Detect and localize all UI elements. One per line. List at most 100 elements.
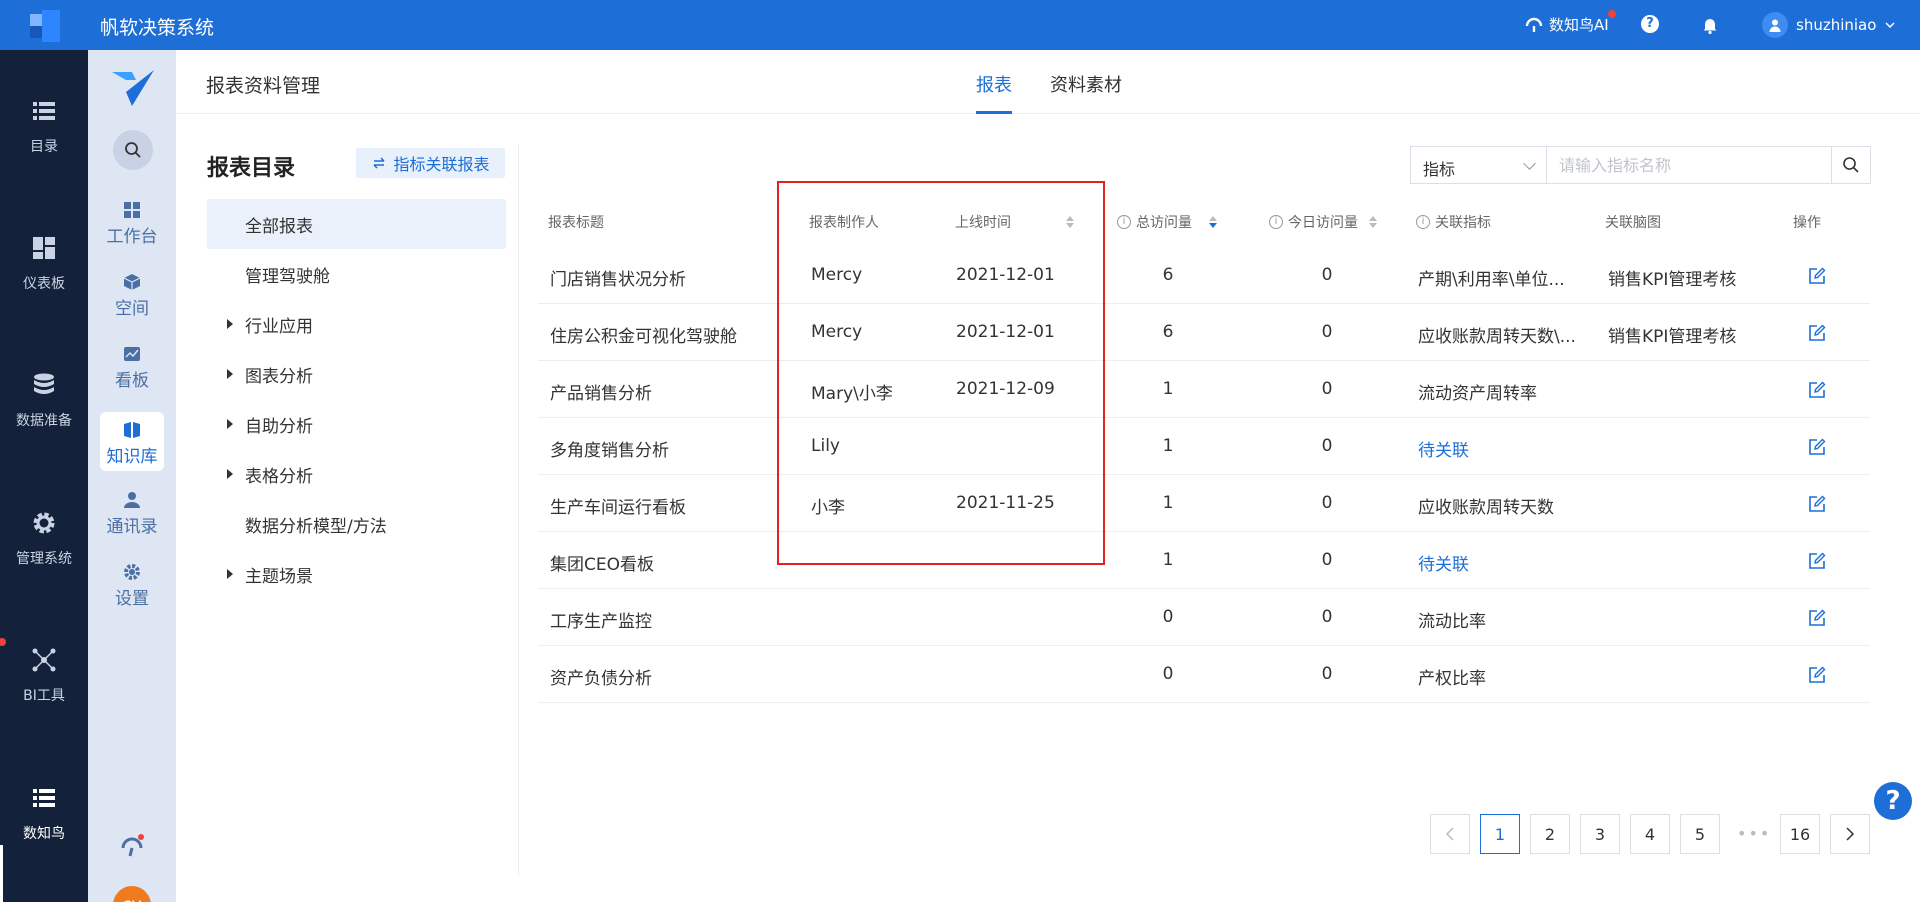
column-header-online-time[interactable]: 上线时间	[955, 212, 1074, 232]
table-row[interactable]: 多角度销售分析 Lily 1 0 待关联	[538, 418, 1870, 475]
user-avatar[interactable]: cy	[113, 886, 151, 902]
edit-icon[interactable]	[1807, 665, 1827, 685]
column-header-title: 报表标题	[548, 215, 604, 231]
sort-icon[interactable]	[1369, 216, 1377, 228]
contacts-icon	[124, 492, 140, 508]
cell-today-visits: 0	[1321, 607, 1333, 627]
tree-item-cockpit[interactable]: 管理驾驶舱	[207, 249, 506, 299]
cell-date: 2021-12-01	[956, 265, 1055, 285]
cell-today-visits: 0	[1321, 664, 1333, 684]
rail-item-data-prep[interactable]: 数据准备	[0, 372, 88, 430]
help-fab-button[interactable]: ?	[1874, 782, 1912, 820]
caret-right-icon[interactable]	[227, 369, 233, 379]
tree-item-industry[interactable]: 行业应用	[207, 299, 506, 349]
tab-materials[interactable]: 资料素材	[1050, 71, 1122, 97]
page-button-4[interactable]: 4	[1630, 814, 1670, 854]
page-button-1[interactable]: 1	[1480, 814, 1520, 854]
column-header-today-visits[interactable]: i 今日访问量	[1269, 212, 1377, 232]
sort-icon[interactable]	[1209, 216, 1217, 228]
cell-title[interactable]: 多角度销售分析	[550, 436, 669, 461]
table-row[interactable]: 住房公积金可视化驾驶舱 Mercy 2021-12-01 6 0 应收账款周转天…	[538, 304, 1870, 361]
tree-item-self-service[interactable]: 自助分析	[207, 399, 506, 449]
sort-icon[interactable]	[1066, 216, 1074, 228]
table-row[interactable]: 产品销售分析 Mary\小李 2021-12-09 1 0 流动资产周转率	[538, 361, 1870, 418]
table-row[interactable]: 资产负债分析 0 0 产权比率	[538, 646, 1870, 703]
bell-icon[interactable]	[1700, 15, 1720, 35]
page-button-2[interactable]: 2	[1530, 814, 1570, 854]
edit-icon[interactable]	[1807, 437, 1827, 457]
tree-item-theme-scenes[interactable]: 主题场景	[207, 549, 506, 599]
nav-item-board[interactable]: 看板	[100, 344, 164, 391]
caret-right-icon[interactable]	[227, 419, 233, 429]
rail-item-shuzhiniao[interactable]: 数知鸟	[0, 785, 88, 843]
prev-page-button[interactable]	[1430, 814, 1470, 854]
rail-item-bi-tools[interactable]: BI工具	[0, 647, 88, 705]
cell-title[interactable]: 门店销售状况分析	[550, 265, 686, 290]
pagination-ellipsis[interactable]: •••	[1737, 824, 1771, 843]
info-icon[interactable]: i	[1269, 215, 1283, 229]
page-button-last[interactable]: 16	[1780, 814, 1820, 854]
chevron-left-icon	[1445, 827, 1454, 841]
info-icon[interactable]: i	[1117, 215, 1131, 229]
tree-item-all-reports[interactable]: 全部报表	[207, 199, 506, 249]
cell-today-visits: 0	[1321, 550, 1333, 570]
cell-related-metric: 应收账款周转天数	[1418, 498, 1554, 518]
tree-item-models[interactable]: 数据分析模型/方法	[207, 499, 506, 549]
tree-item-label: 管理驾驶舱	[245, 266, 330, 287]
nav-item-label: 看板	[115, 371, 149, 391]
caret-right-icon[interactable]	[227, 569, 233, 579]
link-pending-association[interactable]: 待关联	[1418, 550, 1469, 575]
metric-search-input[interactable]	[1546, 146, 1832, 184]
table-row[interactable]: 工序生产监控 0 0 流动比率	[538, 589, 1870, 646]
cell-today-visits: 0	[1321, 379, 1333, 399]
table-row[interactable]: 集团CEO看板 1 0 待关联	[538, 532, 1870, 589]
column-header-action: 操作	[1793, 215, 1821, 231]
nav-item-contacts[interactable]: 通讯录	[100, 490, 164, 537]
tree-item-label: 自助分析	[245, 416, 313, 437]
edit-icon[interactable]	[1807, 380, 1827, 400]
cell-title[interactable]: 集团CEO看板	[550, 550, 654, 575]
ai-assistant-button[interactable]: 数知鸟AI	[1525, 14, 1609, 35]
cell-title[interactable]: 资产负债分析	[550, 664, 652, 689]
rail-item-catalog[interactable]: 目录	[0, 98, 88, 156]
cell-title[interactable]: 住房公积金可视化驾驶舱	[550, 322, 737, 347]
cell-total-visits: 0	[1162, 607, 1174, 627]
edit-icon[interactable]	[1807, 494, 1827, 514]
edit-icon[interactable]	[1807, 608, 1827, 628]
rail-item-dashboard[interactable]: 仪表板	[0, 235, 88, 293]
search-button[interactable]	[1831, 146, 1871, 184]
edit-icon[interactable]	[1807, 551, 1827, 571]
rail-label: 数据准备	[16, 413, 72, 429]
next-page-button[interactable]	[1830, 814, 1870, 854]
help-icon[interactable]: ?	[1641, 15, 1659, 33]
rail-item-management[interactable]: 管理系统	[0, 510, 88, 568]
caret-right-icon[interactable]	[227, 469, 233, 479]
user-menu[interactable]: shuzhiniao	[1762, 12, 1896, 38]
column-header-total-visits[interactable]: i 总访问量	[1117, 212, 1217, 232]
link-pending-association[interactable]: 待关联	[1418, 436, 1469, 461]
metric-linked-reports-button[interactable]: 指标关联报表	[356, 148, 505, 178]
cell-title[interactable]: 产品销售分析	[550, 379, 652, 404]
page-button-3[interactable]: 3	[1580, 814, 1620, 854]
nav-item-workbench[interactable]: 工作台	[100, 200, 164, 247]
nav-item-knowledge-base[interactable]: 知识库	[100, 412, 164, 471]
page-button-5[interactable]: 5	[1680, 814, 1720, 854]
tree-item-chart-analysis[interactable]: 图表分析	[207, 349, 506, 399]
edit-icon[interactable]	[1807, 266, 1827, 286]
ai-bird-icon[interactable]	[118, 832, 146, 860]
caret-right-icon[interactable]	[227, 319, 233, 329]
panel-divider	[518, 145, 519, 875]
search-field-select[interactable]: 指标	[1410, 146, 1546, 184]
tab-reports[interactable]: 报表	[976, 71, 1012, 97]
edit-icon[interactable]	[1807, 323, 1827, 343]
nav-item-settings[interactable]: 设置	[100, 562, 164, 609]
table-row[interactable]: 生产车间运行看板 小李 2021-11-25 1 0 应收账款周转天数	[538, 475, 1870, 532]
cell-author: 小李	[811, 498, 845, 518]
nav-item-space[interactable]: 空间	[100, 272, 164, 319]
info-icon[interactable]: i	[1416, 215, 1430, 229]
table-row[interactable]: 门店销售状况分析 Mercy 2021-12-01 6 0 产期\利用率\单位.…	[538, 247, 1870, 304]
cell-title[interactable]: 生产车间运行看板	[550, 493, 686, 518]
tree-item-table-analysis[interactable]: 表格分析	[207, 449, 506, 499]
cell-title[interactable]: 工序生产监控	[550, 607, 652, 632]
nav-search-button[interactable]	[113, 130, 153, 170]
